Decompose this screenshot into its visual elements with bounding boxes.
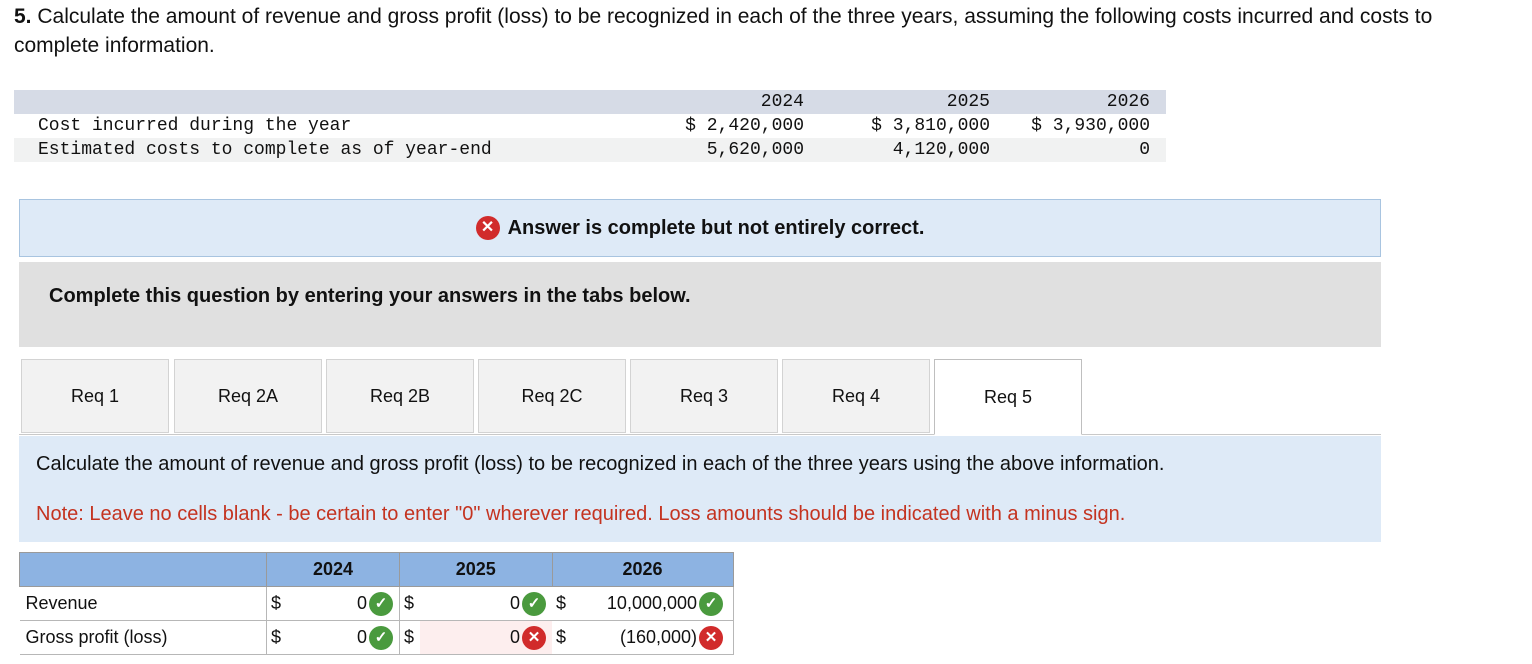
currency-symbol: $: [552, 586, 575, 621]
answer-header-blank: [19, 552, 267, 587]
answer-row-revenue: Revenue $ 0 ✓ $ 0 ✓ $ 10,000,000 ✓: [19, 586, 734, 621]
info-cell: 5,620,000: [634, 138, 820, 162]
currency-symbol: $: [399, 586, 420, 621]
currency-symbol: $: [266, 586, 287, 621]
answer-year-2025: 2025: [399, 552, 553, 587]
info-cell: 0: [1006, 138, 1166, 162]
question-body: Calculate the amount of revenue and gros…: [14, 5, 1433, 57]
revenue-2026-input[interactable]: 10,000,000: [574, 586, 700, 621]
correct-check-icon: ✓: [522, 586, 552, 621]
info-cell: $ 3,810,000: [820, 114, 1006, 138]
info-row-costs-to-complete: Estimated costs to complete as of year-e…: [14, 138, 1166, 162]
instruction-panel: Complete this question by entering your …: [19, 262, 1381, 347]
question-number: 5.: [14, 5, 32, 28]
answer-row-label: Gross profit (loss): [19, 620, 267, 655]
tab-req-3[interactable]: Req 3: [630, 359, 778, 433]
instruction-text: Complete this question by entering your …: [49, 285, 691, 307]
currency-symbol: $: [266, 620, 287, 655]
tab-req-2a[interactable]: Req 2A: [174, 359, 322, 433]
info-year-2026: 2026: [1006, 90, 1166, 114]
revenue-2025-input[interactable]: 0: [420, 586, 522, 621]
incorrect-x-icon: ✕: [522, 620, 552, 655]
info-year-2025: 2025: [820, 90, 1006, 114]
tabbar-divider: [19, 434, 1381, 435]
question-text: 5. Calculate the amount of revenue and g…: [14, 2, 1514, 60]
correct-check-icon: ✓: [369, 586, 400, 621]
incorrect-x-icon: ✕: [699, 620, 734, 655]
info-row-cost-incurred: Cost incurred during the year $ 2,420,00…: [14, 114, 1166, 138]
correct-check-icon: ✓: [699, 586, 734, 621]
info-cell: $ 2,420,000: [634, 114, 820, 138]
requirement-note: Note: Leave no cells blank - be certain …: [36, 503, 1126, 525]
requirement-text: Calculate the amount of revenue and gros…: [36, 453, 1165, 475]
answer-table: 2024 2025 2026 Revenue $ 0 ✓ $ 0 ✓ $ 10,…: [19, 552, 734, 655]
x-circle-icon: ✕: [475, 216, 500, 240]
answer-year-2026: 2026: [551, 552, 734, 587]
tab-req-4[interactable]: Req 4: [782, 359, 930, 433]
currency-symbol: $: [552, 620, 575, 655]
requirement-panel: Calculate the amount of revenue and gros…: [19, 436, 1381, 542]
tab-req-1[interactable]: Req 1: [21, 359, 169, 433]
answer-row-gross-profit: Gross profit (loss) $ 0 ✓ $ 0 ✕ $ (160,0…: [19, 620, 734, 655]
info-year-2024: 2024: [634, 90, 820, 114]
feedback-banner: ✕ Answer is complete but not entirely co…: [19, 199, 1381, 257]
info-row-label: Estimated costs to complete as of year-e…: [14, 138, 634, 162]
gross-profit-2024-input[interactable]: 0: [287, 620, 369, 655]
cost-info-table: 2024 2025 2026 Cost incurred during the …: [14, 90, 1166, 162]
tab-req-2c[interactable]: Req 2C: [478, 359, 626, 433]
gross-profit-2025-input[interactable]: 0: [420, 620, 522, 655]
info-header-blank: [14, 90, 634, 114]
tab-req-5[interactable]: Req 5: [934, 359, 1082, 435]
req-tabs: Req 1 Req 2A Req 2B Req 2C Req 3 Req 4 R…: [19, 359, 1381, 435]
currency-symbol: $: [399, 620, 420, 655]
info-cell: 4,120,000: [820, 138, 1006, 162]
answer-row-label: Revenue: [19, 586, 267, 621]
revenue-2024-input[interactable]: 0: [287, 586, 369, 621]
info-cell: $ 3,930,000: [1006, 114, 1166, 138]
answer-year-2024: 2024: [266, 552, 400, 587]
feedback-text: Answer is complete but not entirely corr…: [507, 216, 925, 239]
info-row-label: Cost incurred during the year: [14, 114, 634, 138]
correct-check-icon: ✓: [369, 620, 400, 655]
tab-req-2b[interactable]: Req 2B: [326, 359, 474, 433]
gross-profit-2026-input[interactable]: (160,000): [574, 620, 700, 655]
